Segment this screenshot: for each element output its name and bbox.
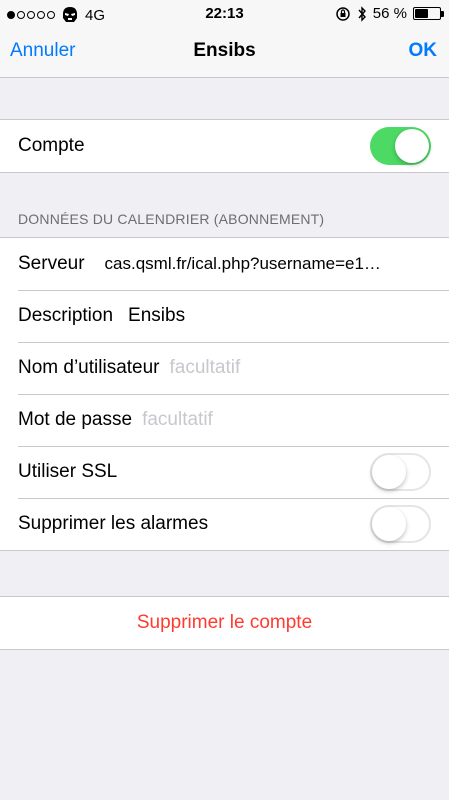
alarms-row: Supprimer les alarmes xyxy=(0,498,449,550)
battery-percent: 56 % xyxy=(372,5,407,22)
account-group: Compte xyxy=(0,119,449,173)
server-row[interactable]: Serveur cas.qsml.fr/ical.php?username=e1… xyxy=(0,238,449,290)
account-row: Compte xyxy=(0,120,449,172)
navigation-bar: Annuler Ensibs OK xyxy=(0,30,449,78)
toggle-knob xyxy=(372,507,406,541)
description-label: Description xyxy=(18,305,114,326)
alarms-toggle[interactable] xyxy=(370,505,431,543)
status-right: 56 % xyxy=(335,5,444,22)
username-label: Nom d’utilisateur xyxy=(18,357,160,378)
account-label: Compte xyxy=(18,135,85,156)
account-toggle[interactable] xyxy=(370,127,431,165)
password-row[interactable]: Mot de passe xyxy=(0,394,449,446)
server-value[interactable]: cas.qsml.fr/ical.php?username=e1… xyxy=(105,254,395,274)
delete-account-label: Supprimer le compte xyxy=(136,612,313,633)
description-row[interactable]: Description Ensibs xyxy=(0,290,449,342)
delete-account-group: Supprimer le compte xyxy=(0,596,449,650)
alarms-label: Supprimer les alarmes xyxy=(18,513,209,534)
username-row[interactable]: Nom d’utilisateur xyxy=(0,342,449,394)
toggle-knob xyxy=(395,129,429,163)
battery-fill xyxy=(415,9,429,18)
ssl-row: Utiliser SSL xyxy=(0,446,449,498)
password-field[interactable] xyxy=(142,409,343,431)
ssl-label: Utiliser SSL xyxy=(18,461,118,482)
battery-icon xyxy=(413,7,444,20)
ssl-toggle[interactable] xyxy=(370,453,431,491)
bluetooth-icon xyxy=(358,5,366,22)
page-title: Ensibs xyxy=(193,40,256,61)
delete-account-button[interactable]: Supprimer le compte xyxy=(0,597,449,649)
section-header: DONNÉES DU CALENDRIER (ABONNEMENT) xyxy=(18,211,325,227)
server-label: Serveur xyxy=(18,253,85,274)
username-field[interactable] xyxy=(169,357,370,379)
done-button[interactable]: OK xyxy=(409,40,438,62)
password-label: Mot de passe xyxy=(18,409,133,430)
toggle-knob xyxy=(372,455,406,489)
description-value[interactable]: Ensibs xyxy=(128,305,185,327)
rotation-lock-icon xyxy=(336,6,350,21)
calendar-settings-group: Serveur cas.qsml.fr/ical.php?username=e1… xyxy=(0,237,449,551)
status-bar: 4G 22:13 56 % xyxy=(0,0,449,30)
